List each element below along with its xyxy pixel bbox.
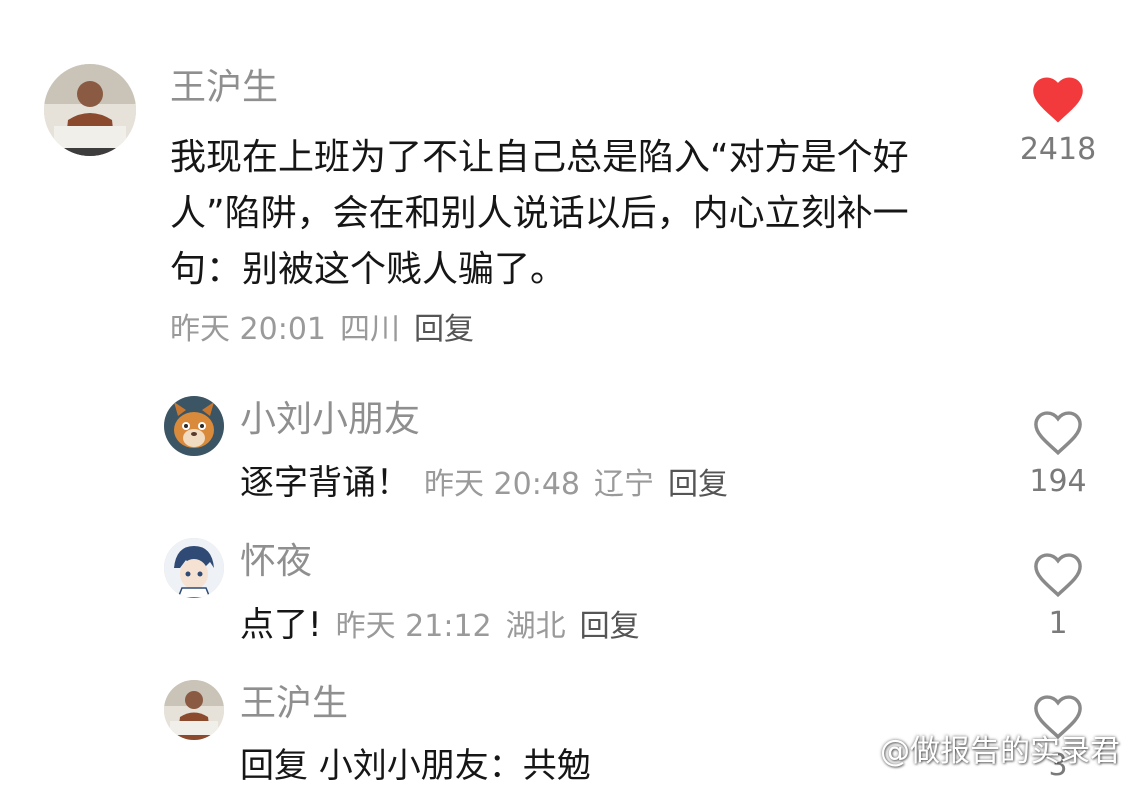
main-comment-username[interactable]: 王沪生 — [170, 66, 278, 110]
reply-3-text: 回复 小刘小朋友：共勉 — [240, 746, 591, 786]
reply-1-time: 昨天 20:48 — [424, 467, 580, 502]
reply-1-username[interactable]: 小刘小朋友 — [240, 398, 420, 442]
avatar-main-comment[interactable] — [44, 64, 136, 156]
reply-1-text: 逐字背诵！ — [240, 463, 410, 503]
avatar-reply-2[interactable] — [164, 538, 224, 598]
reply-button[interactable]: 回复 — [414, 312, 474, 347]
comment-time: 昨天 20:01 — [170, 312, 326, 347]
reply-2-text: 点了! — [240, 605, 322, 645]
heart-outline-icon — [1034, 553, 1082, 598]
weibo-logo-icon — [842, 741, 874, 766]
reply-button[interactable]: 回复 — [580, 609, 640, 644]
main-comment-text: 我现在上班为了不让自己总是陷入“对方是个好人”陷阱，会在和别人说话以后，内心立刻… — [170, 137, 909, 290]
reply-3-line: 回复 小刘小朋友：共勉 — [240, 744, 591, 794]
reply-2-time: 昨天 21:12 — [335, 609, 492, 644]
reply-button[interactable]: 回复 — [668, 467, 728, 502]
reply-2-line: 点了! 昨天 21:12 湖北 回复 — [240, 603, 640, 653]
avatar-reply-1[interactable] — [164, 396, 224, 456]
watermark: @做报告的实录君 — [842, 732, 1120, 772]
reply-2-username[interactable]: 怀夜 — [240, 540, 312, 584]
like-count: 2418 — [1019, 132, 1097, 167]
heart-outline-icon — [1034, 411, 1082, 456]
reply-1-line: 逐字背诵！ 昨天 20:48 辽宁 回复 — [240, 461, 728, 511]
comment-location: 四川 — [340, 312, 400, 347]
like-button-reply-2[interactable]: 1 — [1018, 552, 1098, 642]
reply-1-location: 辽宁 — [594, 467, 654, 502]
reply-3-username[interactable]: 王沪生 — [240, 682, 348, 726]
main-comment-meta: 昨天 20:01 四川 回复 — [170, 310, 474, 350]
heart-filled-icon — [1033, 77, 1083, 123]
like-count: 1 — [1048, 606, 1068, 641]
reply-2-location: 湖北 — [505, 609, 566, 644]
like-button-reply-1[interactable]: 194 — [1018, 410, 1098, 500]
like-count: 194 — [1029, 464, 1087, 499]
like-button-main[interactable]: 2418 — [1018, 76, 1098, 168]
watermark-text: @做报告的实录君 — [880, 734, 1120, 769]
avatar-reply-3[interactable] — [164, 680, 224, 740]
